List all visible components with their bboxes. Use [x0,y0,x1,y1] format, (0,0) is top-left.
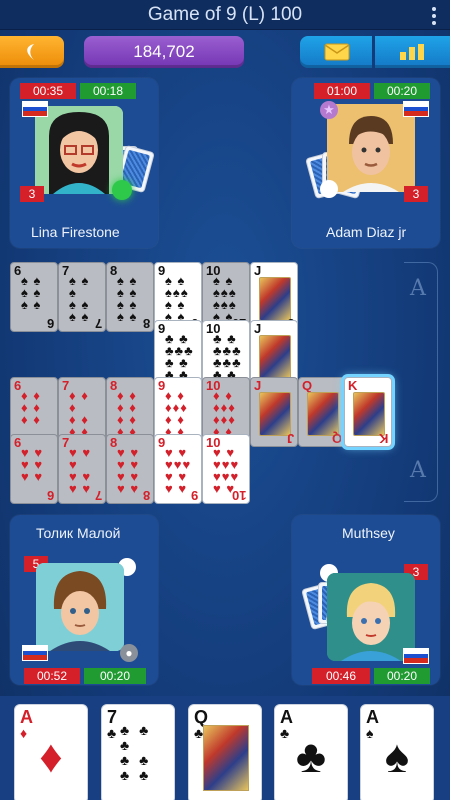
player-timer-main: 00:52 [24,668,80,684]
player-timer-turn: 00:20 [84,668,146,684]
hand-card-rank: A [366,707,379,727]
player-card-count: 3 [404,186,428,202]
table-card-highlighted: KK [344,377,392,447]
player-timer-turn: 00:20 [374,668,430,684]
table-card: QQ [298,377,346,447]
russia-flag-icon [403,648,429,664]
hand-card-rank: A [280,707,293,727]
leaderboard-button[interactable] [375,36,450,68]
table-card: 6 ♠ ♠ ♠ ♠ ♠ ♠ 6 [10,262,58,332]
hand-card-rank: A [20,707,33,727]
hand-card[interactable]: A ♦ ♦ [14,704,88,800]
table-card: 8 ♠ ♠ ♠ ♠ ♠ ♠ ♠ ♠ 8 [106,262,154,332]
russia-flag-icon [22,645,48,661]
game-title: Game of 9 (L) 100 [147,4,303,25]
ace-slot-label: A [410,458,426,483]
hand-card[interactable]: A ♣ ♣ [274,704,348,800]
player-name: Lina Firestone [31,224,120,240]
table-card: 7 ♠ ♠ ♠ ♠ ♠ ♠ ♠ 7 [58,262,106,332]
status-dot-icon [320,180,338,198]
table-card: 9 ♥ ♥ ♥♥♥ ♥ ♥ ♥ ♥ 9 [154,434,202,504]
player-card-count: 3 [20,186,44,202]
more-menu-icon[interactable] [432,7,436,28]
player-timer-main: 01:00 [314,83,370,99]
hand-card-rank: 7 [107,707,118,727]
club-pips-icon: ♣ ♣ ♣ ♣ ♣ ♣ ♣ [120,722,152,783]
player-avatar[interactable] [327,104,415,192]
club-icon: ♣ [295,730,327,782]
player-avatar[interactable] [35,106,123,194]
player-name: Толик Малой [36,525,121,541]
back-arrow-icon [27,44,34,60]
player-timer-main: 00:35 [20,83,76,99]
russia-flag-icon [22,101,48,117]
table-card: 10 ♥ ♥ ♥♥♥ ♥♥♥ ♥ ♥ 10 [202,434,250,504]
hand-card-suit: ♣ [194,725,204,741]
russia-flag-icon [403,101,429,117]
diamond-icon: ♦ [39,730,63,782]
envelope-icon [324,43,350,61]
table-card: JJ [250,377,298,447]
ace-slot-label: A [410,276,426,301]
hand-card[interactable]: 7 ♣ ♣ ♣ ♣ ♣ ♣ ♣ ♣ [101,704,175,800]
table-card: 7 ♥ ♥ ♥ ♥ ♥ ♥ ♥ 7 [58,434,106,504]
star-badge-icon: ★ [320,101,338,119]
hand-card-suit: ♣ [107,725,117,741]
player-timer-main: 00:46 [312,668,370,684]
mail-button[interactable] [300,36,372,68]
table-card: 6 ♥ ♥ ♥ ♥ ♥ ♥ 6 [10,434,58,504]
player-timer-turn: 00:18 [80,83,136,99]
hand-card-rank: Q [194,707,209,727]
queen-face-icon [203,725,249,791]
player-name: Muthsey [342,525,395,541]
back-button[interactable] [0,36,64,68]
hand-card[interactable]: A ♠ ♠ [360,704,434,800]
coins-balance[interactable]: 184,702 [84,36,244,68]
table-card: 8 ♥ ♥ ♥ ♥ ♥ ♥ ♥ ♥ 8 [106,434,154,504]
bar-chart-icon [400,44,424,60]
player-timer-turn: 00:20 [374,83,430,99]
apple-icon: ● [120,644,138,662]
hand-card[interactable]: Q ♣ [188,704,262,800]
online-status-icon [112,180,132,200]
player-name: Adam Diaz jr [326,224,407,240]
spade-icon: ♠ [384,730,410,782]
player-avatar[interactable] [36,563,124,651]
player-avatar[interactable] [327,573,415,661]
title-bar: Game of 9 (L) 100 [0,0,450,30]
